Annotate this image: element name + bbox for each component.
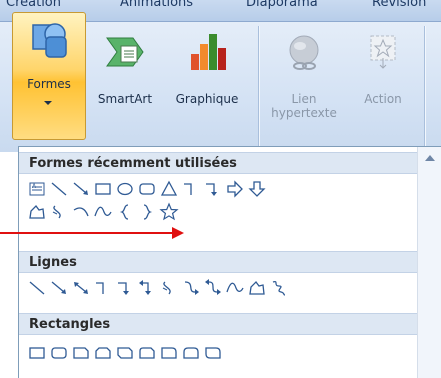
triangle-icon[interactable]	[159, 179, 179, 199]
arrow-line-icon[interactable]	[49, 278, 69, 298]
double-arrow-line-icon[interactable]	[71, 278, 91, 298]
snip-same-side-icon[interactable]	[93, 343, 113, 363]
group-separator	[424, 26, 425, 146]
dropdown-arrow-icon	[44, 101, 52, 105]
arrow-line-icon[interactable]	[71, 179, 91, 199]
chart-icon	[185, 32, 229, 72]
text-box-icon[interactable]: A	[27, 179, 47, 199]
tab-diaporama[interactable]: Diaporama	[246, 0, 318, 10]
shapes-gallery: Formes récemment utilisées A Lignes Rect…	[18, 146, 441, 378]
graphique-button[interactable]: Graphique	[164, 28, 250, 118]
section-header-rectangles: Rectangles	[19, 313, 417, 335]
section-header-recent: Formes récemment utilisées	[19, 152, 417, 174]
line-icon[interactable]	[49, 179, 69, 199]
freeform-icon[interactable]	[247, 278, 267, 298]
oval-icon[interactable]	[115, 179, 135, 199]
curved-arrow-connector-icon[interactable]	[181, 278, 201, 298]
group-separator	[258, 26, 259, 146]
smartart-button[interactable]: SmartArt	[88, 28, 162, 118]
elbow-connector-icon[interactable]	[93, 278, 113, 298]
section-header-lignes: Lignes	[19, 251, 417, 273]
elbow-arrow-connector-icon[interactable]	[203, 179, 223, 199]
round-single-corner-icon[interactable]	[159, 343, 179, 363]
snip-diagonal-icon[interactable]	[115, 343, 135, 363]
round-diagonal-icon[interactable]	[203, 343, 223, 363]
scroll-up-icon[interactable]	[425, 155, 435, 161]
tab-revision[interactable]: Révision	[372, 0, 426, 10]
elbow-double-arrow-icon[interactable]	[137, 278, 157, 298]
rectangle-icon[interactable]	[93, 179, 113, 199]
rectangle-icon[interactable]	[27, 343, 47, 363]
curve-icon[interactable]	[225, 278, 245, 298]
gallery-scrollbar[interactable]	[417, 147, 441, 378]
round-same-side-icon[interactable]	[181, 343, 201, 363]
star-icon[interactable]	[159, 202, 179, 222]
snip-single-corner-icon[interactable]	[71, 343, 91, 363]
globe-link-icon	[282, 32, 326, 72]
curved-connector-icon[interactable]	[159, 278, 179, 298]
smartart-icon	[103, 32, 147, 72]
tab-creation[interactable]: Création	[6, 0, 61, 10]
elbow-connector-icon[interactable]	[181, 179, 201, 199]
left-brace-icon[interactable]	[115, 202, 135, 222]
curved-double-arrow-icon[interactable]	[203, 278, 223, 298]
action-button[interactable]: Action	[348, 28, 418, 118]
elbow-arrow-connector-icon[interactable]	[115, 278, 135, 298]
line-icon[interactable]	[27, 278, 47, 298]
snip-round-single-icon[interactable]	[137, 343, 157, 363]
lien-hypertexte-button[interactable]: Lien hypertexte	[262, 28, 346, 138]
formes-button[interactable]: Formes	[12, 12, 86, 140]
curved-connector-icon[interactable]	[49, 202, 69, 222]
rounded-rectangle-icon[interactable]	[49, 343, 69, 363]
down-arrow-icon[interactable]	[247, 179, 267, 199]
freeform-icon[interactable]	[27, 202, 47, 222]
arc-icon[interactable]	[71, 202, 91, 222]
right-brace-icon[interactable]	[137, 202, 157, 222]
shapes-icon	[30, 21, 70, 61]
rounded-rectangle-icon[interactable]	[137, 179, 157, 199]
right-arrow-icon[interactable]	[225, 179, 245, 199]
tab-animations[interactable]: Animations	[120, 0, 193, 10]
curve-icon[interactable]	[93, 202, 113, 222]
action-star-icon	[363, 32, 403, 72]
formes-label: Formes	[27, 77, 71, 91]
scribble-icon[interactable]	[269, 278, 289, 298]
